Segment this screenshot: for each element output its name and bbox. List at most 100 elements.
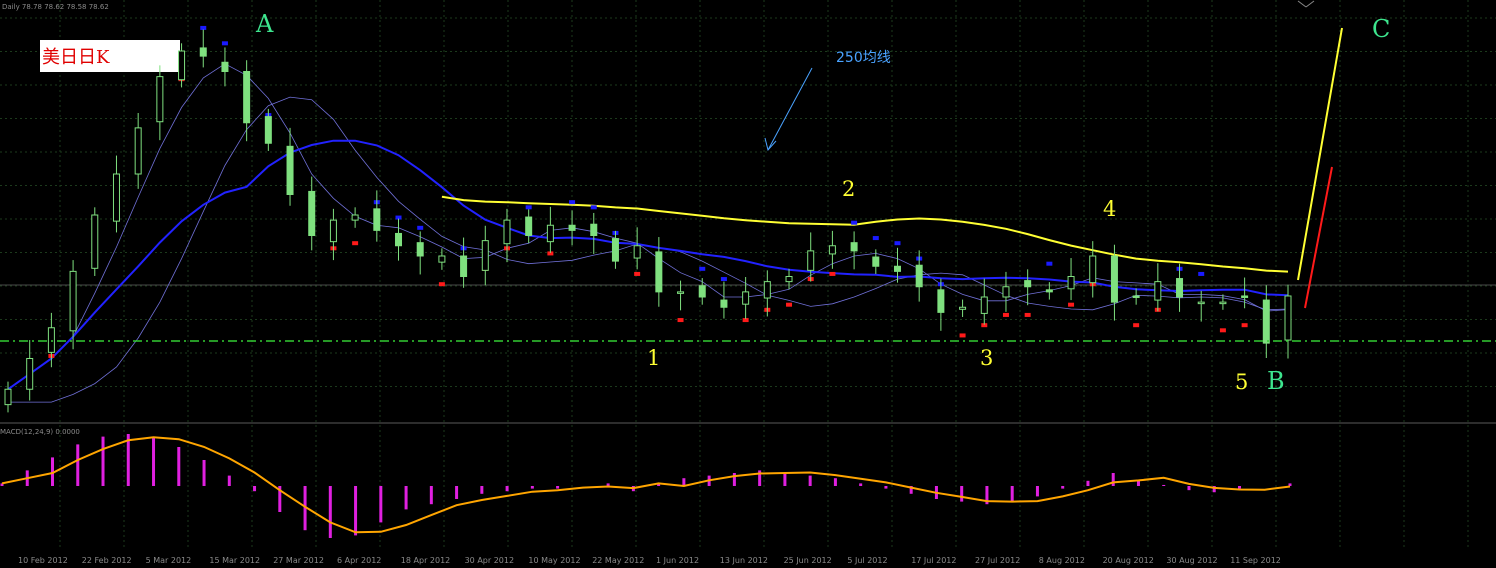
sar-dot-down — [200, 25, 207, 30]
candle-body — [611, 238, 619, 262]
candle-body — [243, 71, 251, 124]
candle-body — [373, 208, 381, 231]
wave-label-b: B — [1267, 367, 1285, 395]
candle-body — [156, 76, 164, 123]
sar-dot-down — [894, 241, 901, 246]
candle-body — [1219, 301, 1227, 305]
candle-body — [1110, 255, 1118, 303]
candle-body — [1262, 299, 1270, 344]
x-tick-label: 17 Jul 2012 — [911, 556, 956, 565]
candle-body — [4, 388, 12, 406]
candle-body — [1045, 289, 1053, 293]
x-tick-label: 18 Apr 2012 — [401, 556, 450, 565]
sar-dot-down — [872, 236, 879, 241]
candle-body — [1154, 281, 1162, 301]
sar-dot-up — [959, 333, 966, 338]
x-tick-label: 27 Jul 2012 — [975, 556, 1020, 565]
candle-body — [590, 223, 598, 237]
sar-dot-down — [851, 220, 858, 225]
x-tick-label: 22 Feb 2012 — [82, 556, 132, 565]
macd-label: MACD(12,24,9) 0.0000 — [0, 428, 80, 436]
sar-dot-down — [221, 41, 228, 46]
candle-body — [286, 145, 294, 195]
candle-body — [1176, 278, 1184, 298]
candle-body — [47, 327, 55, 353]
candle-body — [915, 264, 923, 288]
candle-body — [26, 358, 34, 390]
x-tick-label: 6 Apr 2012 — [337, 556, 381, 565]
candle-body — [416, 242, 424, 257]
x-tick-label: 30 Aug 2012 — [1166, 556, 1217, 565]
candle-body — [112, 173, 120, 222]
candle-body — [568, 224, 576, 231]
x-tick-label: 11 Sep 2012 — [1230, 556, 1281, 565]
sar-dot-down — [590, 205, 597, 210]
candle-body — [395, 232, 403, 247]
candle-body — [199, 47, 207, 57]
wave-label-5: 5 — [1235, 370, 1248, 394]
wave-label-c: C — [1372, 15, 1390, 43]
candle-body — [677, 291, 685, 294]
candle-body — [69, 270, 77, 332]
candle-body — [221, 61, 229, 73]
candle-body — [655, 251, 663, 293]
sar-dot-up — [1068, 302, 1075, 307]
sar-dot-up — [677, 318, 684, 323]
sar-dot-up — [1219, 328, 1226, 333]
sar-dot-up — [1024, 312, 1031, 317]
price-chart: Daily 78.78 78.62 78.58 78.62 美日日K 250均线… — [0, 0, 1496, 568]
candle-body — [546, 224, 554, 243]
sar-dot-up — [1241, 323, 1248, 328]
candle-body — [329, 219, 337, 243]
candle-body — [698, 285, 706, 298]
candle-body — [1089, 255, 1097, 284]
candle-body — [959, 306, 967, 310]
candle-body — [178, 50, 186, 81]
candle-body — [1197, 301, 1205, 305]
candle-body — [460, 255, 468, 277]
candle-body — [525, 216, 533, 237]
sar-dot-up — [352, 241, 359, 246]
sar-dot-down — [699, 266, 706, 271]
x-tick-label: 10 May 2012 — [528, 556, 580, 565]
candle-body — [264, 116, 272, 144]
x-tick-label: 22 May 2012 — [592, 556, 644, 565]
candle-body — [1002, 286, 1010, 298]
candle-body — [1067, 276, 1075, 290]
candle-body — [937, 289, 945, 313]
candle-body — [850, 242, 858, 252]
wave-label-4: 4 — [1103, 197, 1116, 221]
x-tick-label: 20 Aug 2012 — [1103, 556, 1154, 565]
sar-dot-up — [829, 271, 836, 276]
candle-body — [481, 240, 489, 271]
x-tick-label: 8 Aug 2012 — [1039, 556, 1085, 565]
candle-body — [872, 256, 880, 267]
sar-dot-down — [720, 277, 727, 282]
sar-dot-up — [438, 282, 445, 287]
candle-body — [1241, 295, 1249, 298]
sar-dot-up — [786, 302, 793, 307]
candle-body — [134, 127, 142, 175]
candle-body — [633, 245, 641, 259]
x-tick-label: 27 Mar 2012 — [273, 556, 324, 565]
ma250-annotation: 250均线 — [836, 50, 891, 66]
sar-dot-up — [1002, 312, 1009, 317]
candle-body — [742, 291, 750, 305]
candle-body — [438, 255, 446, 263]
candle-body — [893, 265, 901, 272]
x-tick-label: 30 Apr 2012 — [465, 556, 514, 565]
candle-body — [720, 299, 728, 308]
symbol-info: Daily 78.78 78.62 78.58 78.62 — [2, 3, 109, 11]
x-tick-label: 25 Jun 2012 — [784, 556, 832, 565]
sar-dot-down — [1198, 271, 1205, 276]
wave-label-1: 1 — [647, 346, 660, 370]
x-tick-label: 15 Mar 2012 — [209, 556, 260, 565]
x-tick-label: 1 Jun 2012 — [656, 556, 699, 565]
chart-title: 美日日K — [42, 47, 110, 68]
candle-body — [785, 276, 793, 283]
wave-label-2: 2 — [842, 177, 855, 201]
candle-body — [1024, 280, 1032, 288]
candle-body — [980, 296, 988, 314]
candle-body — [763, 281, 771, 299]
x-tick-label: 13 Jun 2012 — [720, 556, 768, 565]
